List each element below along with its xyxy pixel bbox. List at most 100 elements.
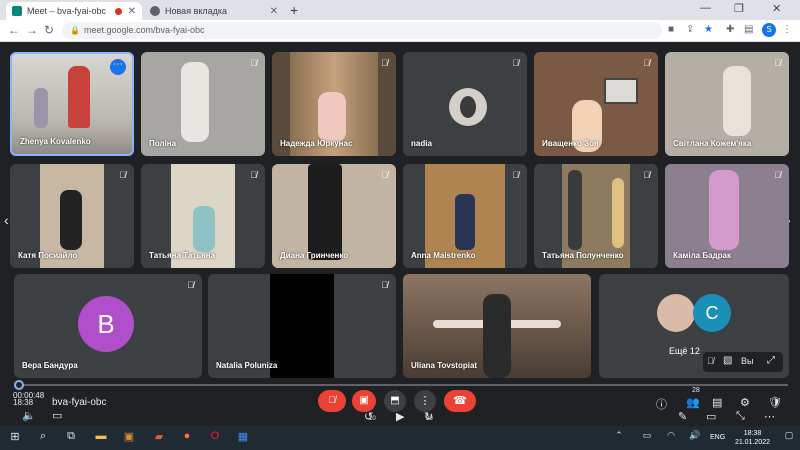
forward-icon[interactable]: →: [26, 23, 38, 37]
close-tab-icon[interactable]: ✕: [128, 6, 136, 17]
participant-tile[interactable]: 🎙̸ Natalia Poluniza: [208, 274, 396, 378]
meet-app-icon[interactable]: ▦: [236, 430, 250, 444]
participant-tile[interactable]: 🎙̸ Anna Maistrenko: [403, 164, 527, 268]
chat-icon[interactable]: ▤: [712, 396, 722, 409]
end-call-button[interactable]: ☎: [444, 390, 476, 412]
close-window-icon[interactable]: ✕: [772, 2, 781, 15]
camera-off-button[interactable]: ▣̸: [352, 390, 376, 412]
expand-icon[interactable]: ⤢: [767, 355, 775, 366]
participant-count-badge: 28: [692, 387, 700, 394]
more-options-button[interactable]: ⋮: [414, 390, 436, 412]
participant-tile[interactable]: 🎙̸ Татьяна Полунченко: [534, 164, 658, 268]
participant-name: Світлана Кожем'яка: [673, 139, 752, 148]
more-options-icon[interactable]: ⋯: [110, 59, 126, 75]
muted-mic-icon: 🎙̸: [643, 58, 650, 68]
media-icon[interactable]: ▤: [744, 24, 753, 35]
participant-avatar: [657, 294, 695, 332]
volume-icon[interactable]: 🔈: [22, 409, 36, 422]
close-tab-icon[interactable]: ✕: [270, 6, 278, 17]
tab-new[interactable]: Новая вкладка ✕: [144, 2, 284, 20]
play-icon[interactable]: ▶: [396, 410, 404, 423]
language-indicator[interactable]: ENG: [710, 434, 725, 441]
windows-taskbar: ⊞ ⌕ ⧉ ▬ ▣ ▰ ● O ▦ ⌃ ▭ ◠ 🔊 ENG 18:38 21.0…: [0, 426, 800, 450]
url-field[interactable]: 🔒 meet.google.com/bva-fyai-obc: [62, 22, 662, 39]
tab-title: Meet – bva-fyai-obc: [27, 6, 107, 16]
participant-name: Поліна: [149, 139, 177, 148]
more-menu-icon[interactable]: ⋯: [764, 410, 775, 423]
participant-tile[interactable]: 🎙̸ Иващенко Зоя: [534, 52, 658, 156]
activities-icon[interactable]: ⚙: [740, 396, 750, 409]
participant-tile[interactable]: 🎙̸ Катя Посиайло: [10, 164, 134, 268]
self-label: Вы: [741, 356, 754, 366]
windows-start-icon[interactable]: ⊞: [8, 430, 22, 444]
video-control-bar: 00:00:48 18:38 bva-fyai-obc 🔈 ▭ 🎙̸ ▣̸ ⬒ …: [0, 380, 800, 426]
info-icon[interactable]: ⓘ: [656, 396, 667, 412]
bookmark-star-icon[interactable]: ★: [704, 24, 713, 35]
notifications-icon[interactable]: ▢: [782, 430, 796, 444]
minimize-icon[interactable]: —: [700, 2, 711, 14]
muted-mic-icon: 🎙̸: [119, 170, 126, 180]
mic-off-button[interactable]: 🎙̸: [318, 390, 346, 412]
menu-icon[interactable]: ⋮: [782, 24, 792, 35]
muted-mic-icon: 🎙̸: [512, 170, 519, 180]
pip-icon[interactable]: ▭: [706, 410, 716, 423]
participant-tile[interactable]: ⋯ Zhenya Kovalenko: [10, 52, 134, 156]
previous-page-arrow-icon[interactable]: ‹: [4, 212, 9, 228]
seek-handle[interactable]: [14, 380, 24, 390]
muted-mic-icon: 🎙̸: [187, 280, 194, 290]
participant-tile[interactable]: 🎙̸ Диана Гринченко: [272, 164, 396, 268]
overflow-tile[interactable]: C Ещё 12 🎙̸ ▧ Вы ⤢: [599, 274, 789, 378]
host-controls-icon[interactable]: 🛡: [768, 396, 782, 409]
participant-avatar: C: [693, 294, 731, 332]
profile-avatar[interactable]: S: [762, 23, 776, 37]
muted-mic-icon: 🎙̸: [381, 170, 388, 180]
participant-tile[interactable]: Uliana Tovstopiat: [403, 274, 591, 378]
clock-date: 21.01.2022: [734, 439, 770, 446]
people-icon[interactable]: 👥: [686, 396, 700, 409]
participant-name: nadia: [411, 139, 432, 148]
new-tab-button[interactable]: +: [290, 2, 298, 18]
participant-tile[interactable]: 🎙̸ Надежда Юркунас: [272, 52, 396, 156]
muted-mic-icon: 🎙̸: [774, 58, 781, 68]
participant-avatar: B: [78, 296, 134, 352]
share-icon[interactable]: ⇪: [686, 24, 694, 35]
participant-name: Надежда Юркунас: [280, 139, 353, 148]
pencil-icon[interactable]: ✎: [678, 410, 687, 423]
app-icon[interactable]: ▰: [152, 430, 166, 444]
store-icon[interactable]: ▣: [122, 430, 136, 444]
camera-icon[interactable]: ■: [668, 24, 674, 35]
muted-mic-icon: 🎙̸: [643, 170, 650, 180]
meeting-code: bva-fyai-obc: [52, 397, 107, 408]
muted-mic-icon: 🎙̸: [250, 170, 257, 180]
opera-icon[interactable]: O: [208, 430, 222, 444]
participant-tile[interactable]: 🎙̸ Татьяна Татьяна: [141, 164, 265, 268]
system-clock[interactable]: 18:38 21.01.2022: [735, 429, 770, 447]
battery-icon[interactable]: ▭: [640, 430, 654, 444]
back-icon[interactable]: ←: [8, 23, 20, 37]
sound-icon[interactable]: 🔊: [688, 430, 702, 444]
tab-meet[interactable]: Meet – bva-fyai-obc ✕: [6, 2, 142, 20]
participant-tile[interactable]: 🎙̸ Світлана Кожем'яка: [665, 52, 789, 156]
participant-name: Uliana Tovstopiat: [411, 361, 478, 370]
participant-name: Иващенко Зоя: [542, 139, 599, 148]
participant-tile[interactable]: 🎙̸ Каміла Бадрак: [665, 164, 789, 268]
seek-bar[interactable]: [18, 384, 788, 386]
people-tray-icon[interactable]: ⌃: [612, 430, 626, 444]
present-button[interactable]: ⬒: [384, 390, 406, 412]
search-icon[interactable]: ⌕: [36, 430, 50, 444]
firefox-icon[interactable]: ●: [180, 430, 194, 444]
reload-icon[interactable]: ↻: [44, 23, 54, 37]
participant-tile[interactable]: B 🎙̸ Вера Бандура: [14, 274, 202, 378]
muted-mic-icon: 🎙̸: [512, 58, 519, 68]
participant-name: Диана Гринченко: [280, 251, 349, 260]
meeting-clock: 18:38: [13, 398, 34, 407]
file-explorer-icon[interactable]: ▬: [94, 430, 108, 444]
captions-icon[interactable]: ▭: [52, 409, 62, 422]
restore-icon[interactable]: ❐: [734, 2, 744, 15]
task-view-icon[interactable]: ⧉: [64, 430, 78, 444]
network-icon[interactable]: ◠: [664, 430, 678, 444]
extensions-icon[interactable]: ✚: [726, 24, 734, 35]
fullscreen-exit-icon[interactable]: ⤡: [736, 410, 745, 423]
participant-tile[interactable]: 🎙̸ nadia: [403, 52, 527, 156]
participant-tile[interactable]: 🎙̸ Поліна: [141, 52, 265, 156]
